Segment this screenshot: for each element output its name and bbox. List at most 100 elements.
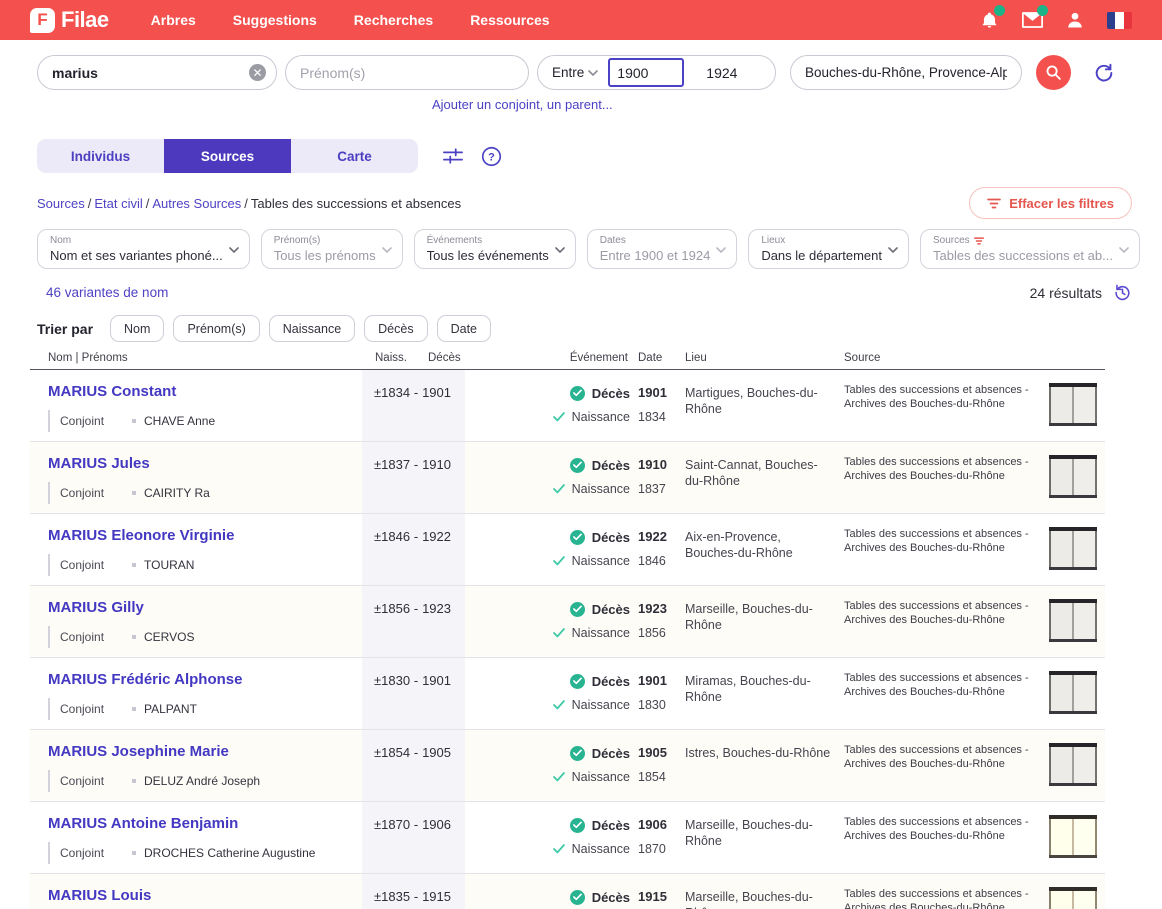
tab-carte[interactable]: Carte	[291, 139, 418, 173]
clear-filters-button[interactable]: Effacer les filtres	[969, 187, 1132, 219]
help-button[interactable]: ?	[481, 146, 502, 167]
advanced-filters-button[interactable]	[442, 146, 464, 166]
death-year: 1906	[422, 818, 451, 832]
filter-lieux[interactable]: Lieux Dans le département	[748, 229, 909, 269]
search-button[interactable]	[1036, 55, 1071, 90]
spouse-name: CERVOS	[144, 630, 194, 644]
filter-dates[interactable]: Dates Entre 1900 et 1924	[587, 229, 738, 269]
birth-year-approx: ±1856	[374, 602, 410, 616]
record-thumbnail[interactable]	[1049, 527, 1097, 570]
filter-dropdowns: Nom Nom et ses variantes phoné... Prénom…	[37, 229, 1132, 269]
sort-by-prenoms[interactable]: Prénom(s)	[173, 315, 259, 342]
record-thumbnail[interactable]	[1049, 671, 1097, 714]
death-check-circle-icon	[570, 746, 585, 761]
person-name-link[interactable]: MARIUS Gilly	[48, 599, 144, 616]
event-years: 1906 1870	[630, 802, 676, 873]
result-row: MARIUS Constant Conjoint CHAVE Anne ±183…	[30, 370, 1105, 442]
event-death-year: 1923	[638, 601, 676, 617]
record-thumbnail[interactable]	[1049, 383, 1097, 426]
tab-sources[interactable]: Sources	[164, 139, 291, 173]
first-name-input[interactable]	[300, 65, 514, 81]
nav-item-recherches[interactable]: Recherches	[354, 12, 433, 28]
result-row: MARIUS Frédéric Alphonse Conjoint PALPAN…	[30, 658, 1105, 730]
life-dates: ±1856 - 1923	[362, 586, 465, 657]
event-birth-year: 1830	[638, 697, 676, 713]
person-name-link[interactable]: MARIUS Louis	[48, 887, 151, 904]
reset-icon	[1093, 62, 1115, 84]
year-to-input[interactable]	[688, 65, 760, 81]
place-input[interactable]	[805, 65, 1007, 80]
breadcrumb-autres-sources[interactable]: Autres Sources	[152, 196, 241, 211]
event-birth-year: 1870	[638, 841, 676, 857]
life-dates: ±1837 - 1910	[362, 442, 465, 513]
person-name-link[interactable]: MARIUS Josephine Marie	[48, 743, 229, 760]
person-name-link[interactable]: MARIUS Frédéric Alphonse	[48, 671, 242, 688]
record-thumbnail[interactable]	[1049, 599, 1097, 642]
life-dates: ±1870 - 1906	[362, 802, 465, 873]
col-header-death: Décès	[428, 352, 461, 364]
col-header-source: Source	[844, 352, 1049, 364]
add-relative-link[interactable]: Ajouter un conjoint, un parent...	[432, 97, 613, 112]
death-year: 1910	[422, 458, 451, 472]
person-name-link[interactable]: MARIUS Eleonore Virginie	[48, 527, 234, 544]
person-name-link[interactable]: MARIUS Antoine Benjamin	[48, 815, 238, 832]
messages-envelope-icon[interactable]	[1021, 9, 1043, 31]
event-death-label: Décès	[592, 674, 630, 689]
filter-prenoms[interactable]: Prénom(s) Tous les prénoms	[261, 229, 403, 269]
sort-by-deces[interactable]: Décès	[364, 315, 427, 342]
search-icon	[1045, 64, 1062, 81]
birth-year-approx: ±1834	[374, 386, 410, 400]
clear-last-name-icon[interactable]: ✕	[249, 64, 266, 81]
life-dates: ±1835 - 1915	[362, 874, 465, 909]
record-thumbnail[interactable]	[1049, 815, 1097, 858]
chevron-down-icon	[888, 245, 898, 255]
year-from-input[interactable]	[608, 58, 684, 87]
nav-item-ressources[interactable]: Ressources	[470, 12, 549, 28]
sort-by-nom[interactable]: Nom	[110, 315, 164, 342]
reset-search-button[interactable]	[1093, 62, 1115, 84]
event-death-year: 1901	[638, 385, 676, 401]
app-header: F Filae Arbres Suggestions Recherches Re…	[0, 0, 1162, 40]
last-name-input[interactable]	[52, 65, 249, 81]
bullet-icon	[132, 851, 136, 855]
filae-logo[interactable]: F Filae	[30, 7, 109, 33]
nav-item-suggestions[interactable]: Suggestions	[233, 12, 317, 28]
notifications-bell-icon[interactable]	[978, 9, 1000, 31]
death-check-circle-icon	[570, 890, 585, 905]
filter-sources[interactable]: Sources Tables des successions et ab...	[920, 229, 1140, 269]
search-history-button[interactable]	[1113, 283, 1132, 302]
record-thumbnail[interactable]	[1049, 743, 1097, 786]
breadcrumb-sources[interactable]: Sources	[37, 196, 85, 211]
filter-evenements[interactable]: Événements Tous les événements	[414, 229, 576, 269]
event-place: Saint-Cannat, Bouches-du-Rhône	[676, 442, 844, 513]
event-birth-label: Naissance	[572, 698, 630, 712]
event-death-year: 1906	[638, 817, 676, 833]
chevron-down-icon	[382, 245, 392, 255]
tab-individus[interactable]: Individus	[37, 139, 164, 173]
breadcrumb-etat-civil[interactable]: Etat civil	[94, 196, 142, 211]
record-thumbnail[interactable]	[1049, 887, 1097, 909]
result-row: MARIUS Jules Conjoint CAIRITY Ra ±1837 -…	[30, 442, 1105, 514]
bullet-icon	[132, 419, 136, 423]
person-name-link[interactable]: MARIUS Jules	[48, 455, 150, 472]
person-name-link[interactable]: MARIUS Constant	[48, 383, 176, 400]
record-source: Tables des successions et absences - Arc…	[844, 586, 1049, 657]
name-variants-link[interactable]: 46 variantes de nom	[46, 285, 168, 300]
spouse-line: Conjoint DELUZ André Joseph	[48, 770, 362, 792]
event-death-year: 1905	[638, 745, 676, 761]
record-thumbnail[interactable]	[1049, 455, 1097, 498]
range-operator-select[interactable]: Entre	[552, 65, 584, 80]
account-person-icon[interactable]	[1064, 9, 1086, 31]
sort-by-naissance[interactable]: Naissance	[269, 315, 355, 342]
events-cell: Décès Naissance	[465, 370, 630, 441]
filter-icon	[987, 198, 1001, 209]
sort-by-date[interactable]: Date	[437, 315, 491, 342]
filter-nom[interactable]: Nom Nom et ses variantes phoné...	[37, 229, 250, 269]
dates-separator: -	[414, 818, 418, 832]
results-rows: MARIUS Constant Conjoint CHAVE Anne ±183…	[30, 370, 1105, 909]
france-flag-icon[interactable]	[1107, 12, 1132, 29]
birth-check-icon	[553, 628, 565, 638]
nav-item-arbres[interactable]: Arbres	[151, 12, 196, 28]
event-death-label: Décès	[592, 890, 630, 905]
spouse-line: Conjoint CHAVE Anne	[48, 410, 362, 432]
